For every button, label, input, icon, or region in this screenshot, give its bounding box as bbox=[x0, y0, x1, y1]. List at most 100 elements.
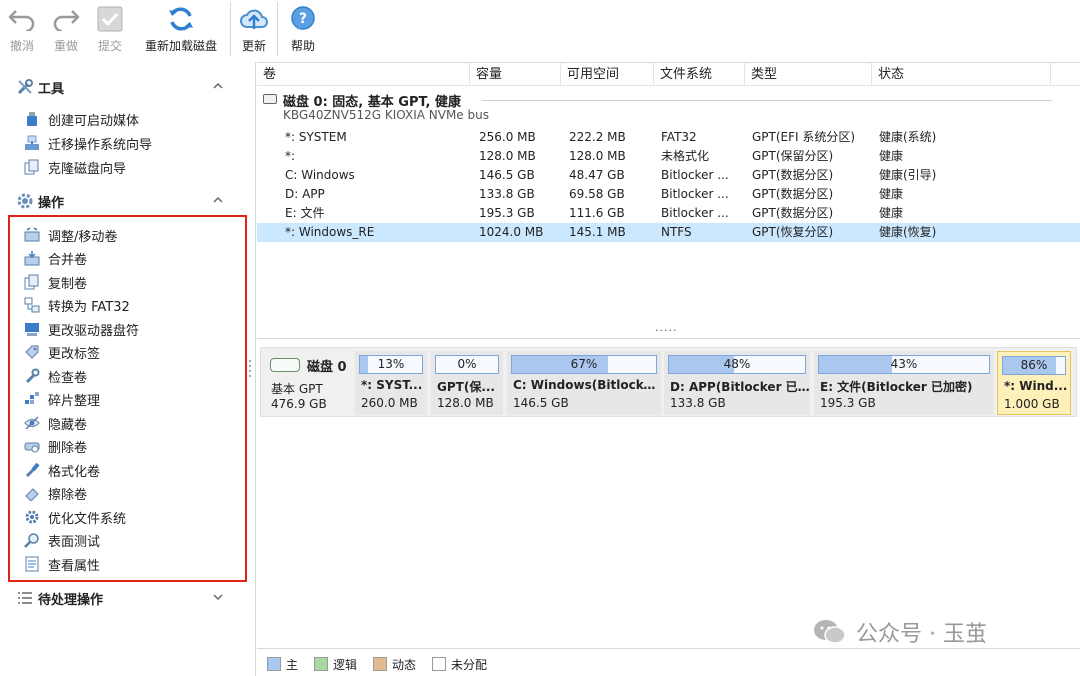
partition-name: *: Wind... bbox=[1004, 379, 1068, 393]
cell-free-space: 222.2 MB bbox=[569, 130, 626, 144]
sidebar-item-check-volume[interactable]: 检查卷 bbox=[24, 365, 87, 387]
column-header-type[interactable]: 类型 bbox=[745, 63, 872, 86]
chevron-down-icon[interactable] bbox=[212, 591, 224, 603]
sidebar-item-defragment[interactable]: 碎片整理 bbox=[24, 388, 100, 410]
sidebar-item-format-volume[interactable]: 格式化卷 bbox=[24, 459, 100, 481]
wrench-icon bbox=[24, 368, 40, 384]
sidebar-item-change-drive-letter[interactable]: 更改驱动器盘符 bbox=[24, 318, 139, 340]
chevron-up-icon[interactable] bbox=[212, 194, 224, 206]
delete-volume-icon bbox=[24, 438, 40, 454]
usage-percent: 86% bbox=[1020, 358, 1048, 372]
partition-block[interactable]: 67% C: Windows(Bitlocker... 146.5 GB bbox=[507, 351, 661, 415]
resize-icon bbox=[24, 227, 40, 243]
sidebar-item-wipe-volume[interactable]: 擦除卷 bbox=[24, 482, 87, 504]
table-row[interactable]: E: 文件 195.3 GB 111.6 GB Bitlocker ... GP… bbox=[257, 204, 1080, 223]
reload-disk-label: 重新加载磁盘 bbox=[144, 39, 217, 53]
update-label: 更新 bbox=[241, 39, 266, 53]
cell-status: 健康 bbox=[879, 206, 904, 220]
sidebar-item-view-properties[interactable]: 查看属性 bbox=[24, 553, 100, 575]
table-row[interactable]: C: Windows 146.5 GB 48.47 GB Bitlocker .… bbox=[257, 166, 1080, 185]
sidebar-item-surface-test[interactable]: 表面测试 bbox=[24, 529, 100, 551]
cell-status: 健康(引导) bbox=[879, 168, 937, 182]
sidebar-item-label: 删除卷 bbox=[48, 440, 88, 456]
table-row-selected[interactable]: *: Windows_RE 1024.0 MB 145.1 MB NTFS GP… bbox=[257, 223, 1080, 242]
partition-name: *: SYST... bbox=[361, 378, 423, 392]
sidebar-item-create-bootable-media[interactable]: 创建可启动媒体 bbox=[24, 108, 139, 130]
list-icon bbox=[16, 589, 34, 607]
sidebar-item-label: 克隆磁盘向导 bbox=[48, 161, 127, 177]
cell-free-space: 48.47 GB bbox=[569, 168, 625, 182]
splitter-handle[interactable] bbox=[248, 358, 252, 378]
partition-block[interactable]: 13% *: SYST... 260.0 MB bbox=[355, 351, 427, 415]
sidebar-item-change-label[interactable]: 更改标签 bbox=[24, 341, 100, 363]
sidebar-item-clone-disk-wizard[interactable]: 克隆磁盘向导 bbox=[24, 156, 126, 178]
table-row[interactable]: D: APP 133.8 GB 69.58 GB Bitlocker ... G… bbox=[257, 185, 1080, 204]
legend: 主 逻辑 动态 未分配 bbox=[257, 648, 1080, 676]
partition-block[interactable]: 43% E: 文件(Bitlocker 已加密) 195.3 GB bbox=[814, 351, 994, 415]
reload-disk-button[interactable]: 重新加载磁盘 bbox=[132, 0, 230, 58]
disk-drive-icon bbox=[270, 358, 300, 372]
sidebar-item-hide-volume[interactable]: 隐藏卷 bbox=[24, 412, 87, 434]
disk-group-row[interactable]: 磁盘 0: 固态, 基本 GPT, 健康 KBG40ZNV512G KIOXIA… bbox=[257, 90, 1080, 124]
cell-volume: E: 文件 bbox=[285, 206, 325, 220]
sidebar-item-label: 调整/移动卷 bbox=[48, 229, 118, 245]
sidebar-item-convert-fat32[interactable]: 转换为 FAT32 bbox=[24, 294, 130, 316]
column-header-volume[interactable]: 卷 bbox=[257, 63, 470, 86]
undo-button[interactable]: 撤消 bbox=[0, 0, 44, 58]
sidebar-item-migrate-os-wizard[interactable]: 迁移操作系统向导 bbox=[24, 132, 152, 154]
cell-free-space: 111.6 GB bbox=[569, 206, 625, 220]
cell-filesystem: Bitlocker ... bbox=[661, 168, 729, 182]
chevron-up-icon[interactable] bbox=[212, 80, 224, 92]
column-header-filesystem[interactable]: 文件系统 bbox=[654, 63, 745, 86]
sidebar-item-resize-move-volume[interactable]: 调整/移动卷 bbox=[24, 224, 117, 246]
convert-icon bbox=[24, 297, 40, 313]
help-button[interactable]: ? 帮助 bbox=[278, 0, 328, 58]
pane-resize-grip[interactable]: ..... bbox=[655, 321, 677, 334]
partition-size: 146.5 GB bbox=[513, 396, 569, 410]
legend-label: 未分配 bbox=[451, 657, 488, 672]
usage-percent: 67% bbox=[570, 357, 598, 371]
cell-status: 健康(恢复) bbox=[879, 225, 937, 239]
sidebar: 工具 创建可启动媒体 迁移操作系统向导 克隆磁盘向导 操作 调整/移动卷 合并卷 bbox=[0, 62, 256, 676]
watermark: 公众号 · 玉茧 bbox=[812, 615, 987, 649]
partition-block[interactable]: 0% GPT(保... 128.0 MB bbox=[431, 351, 503, 415]
redo-button[interactable]: 重做 bbox=[44, 0, 88, 58]
watermark-text: 公众号 · 玉茧 bbox=[856, 622, 987, 647]
pending-section-header[interactable]: 待处理操作 bbox=[16, 587, 232, 609]
update-button[interactable]: 更新 bbox=[231, 0, 277, 58]
cell-capacity: 1024.0 MB bbox=[479, 225, 544, 239]
properties-icon bbox=[24, 556, 40, 572]
column-header-status[interactable]: 状态 bbox=[872, 63, 1051, 86]
disk-map-disk-title: 磁盘 0 bbox=[307, 360, 347, 375]
partition-block[interactable]: 48% D: APP(Bitlocker 已... 133.8 GB bbox=[664, 351, 810, 415]
tag-icon bbox=[24, 344, 40, 360]
commit-icon bbox=[95, 4, 125, 34]
column-header-capacity[interactable]: 容量 bbox=[470, 63, 561, 86]
merge-icon bbox=[24, 250, 40, 266]
commit-button[interactable]: 提交 bbox=[88, 0, 132, 58]
help-icon: ? bbox=[288, 4, 318, 34]
disk-map-disk-size: 476.9 GB bbox=[271, 397, 327, 411]
legend-swatch bbox=[373, 657, 387, 671]
legend-label: 动态 bbox=[392, 657, 417, 672]
disk-row-divider bbox=[482, 100, 1052, 101]
column-header-free-space[interactable]: 可用空间 bbox=[561, 63, 654, 86]
eraser-icon bbox=[24, 485, 40, 501]
sidebar-item-label: 格式化卷 bbox=[48, 464, 101, 480]
sidebar-item-label: 查看属性 bbox=[48, 558, 101, 574]
table-row[interactable]: *: SYSTEM 256.0 MB 222.2 MB FAT32 GPT(EF… bbox=[257, 128, 1080, 147]
undo-label: 撤消 bbox=[9, 39, 34, 53]
operations-section-header[interactable]: 操作 bbox=[16, 190, 232, 212]
disk-map-disk-card[interactable]: 磁盘 0 基本 GPT 476.9 GB bbox=[261, 348, 353, 416]
sidebar-item-merge-volume[interactable]: 合并卷 bbox=[24, 247, 87, 269]
sidebar-item-delete-volume[interactable]: 删除卷 bbox=[24, 435, 87, 457]
tools-section-header[interactable]: 工具 bbox=[16, 76, 232, 98]
sidebar-item-copy-volume[interactable]: 复制卷 bbox=[24, 271, 87, 293]
disk-map-pane: 磁盘 0 基本 GPT 476.9 GB 13% *: SYST... 260.… bbox=[257, 338, 1080, 644]
table-row[interactable]: *: 128.0 MB 128.0 MB 未格式化 GPT(保留分区) 健康 bbox=[257, 147, 1080, 166]
partition-block-selected[interactable]: 86% *: Wind... 1.000 GB bbox=[997, 351, 1071, 415]
cell-volume: C: Windows bbox=[285, 168, 355, 182]
drive-letter-icon bbox=[24, 321, 40, 337]
sidebar-item-optimize-filesystem[interactable]: 优化文件系统 bbox=[24, 506, 126, 528]
usage-bar: 43% bbox=[818, 355, 990, 374]
